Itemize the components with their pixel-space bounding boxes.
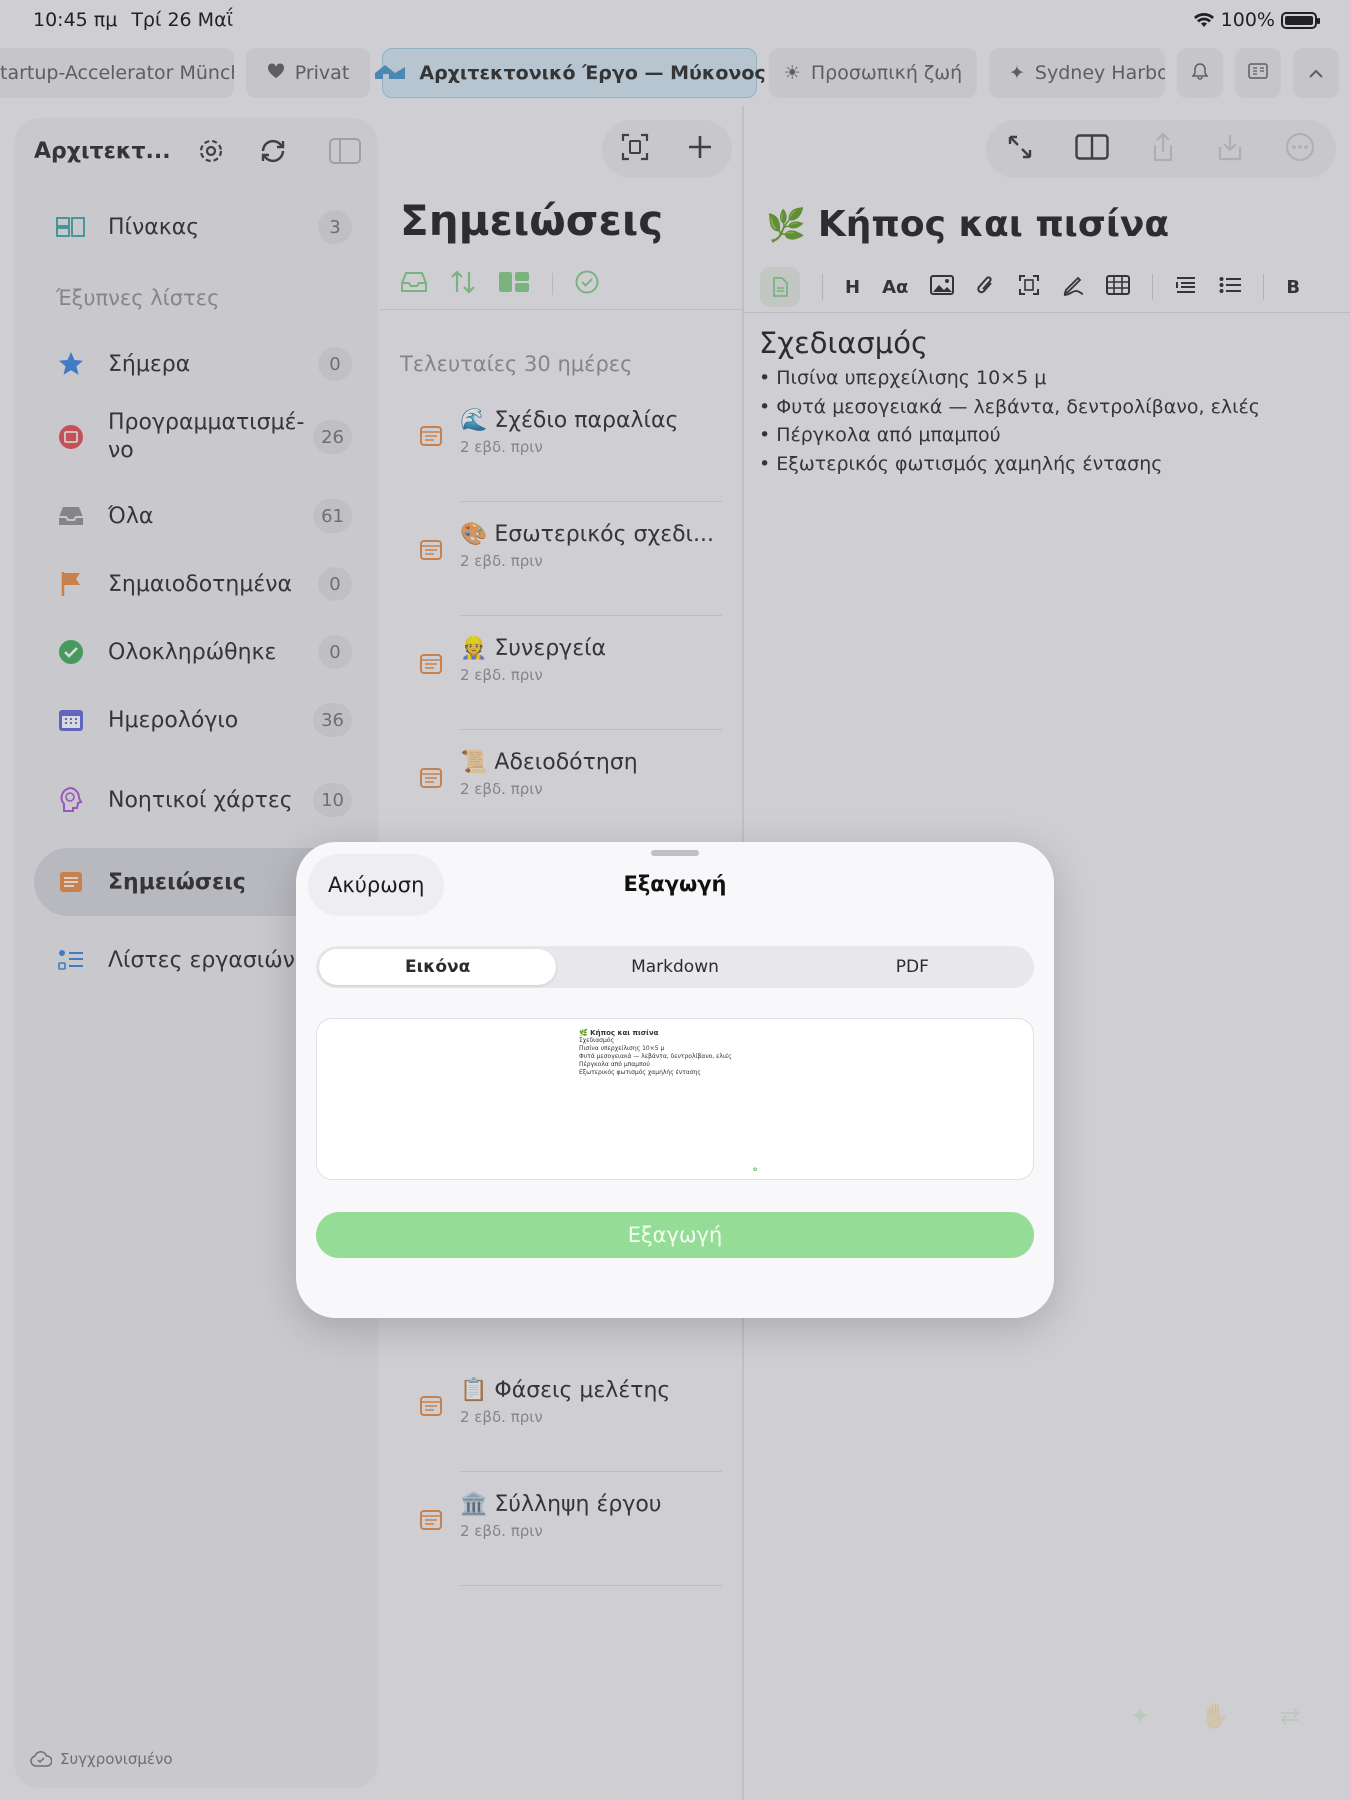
- export-sheet: Ακύρωση Εξαγωγή Εικόνα Markdown PDF 🌿 Κή…: [296, 842, 1054, 1318]
- preview-line: Πέργκολα από μπαμπού: [579, 1061, 650, 1068]
- sheet-title: Εξαγωγή: [623, 872, 727, 896]
- preview-line: Πισίνα υπερχείλισης 10×5 μ: [579, 1045, 665, 1052]
- preview-line: Εξωτερικός φωτισμός χαμηλής έντασης: [579, 1069, 701, 1076]
- segment-markdown[interactable]: Markdown: [556, 949, 793, 985]
- export-preview: 🌿 Κήπος και πισίνα Σχεδιασμός Πισίνα υπε…: [316, 1018, 1034, 1180]
- preview-line: Φυτά μεσογειακά — λεβάντα, δεντρολίβανο,…: [579, 1053, 732, 1060]
- preview-footer-logo: ✿: [753, 1167, 758, 1173]
- export-format-picker: Εικόνα Markdown PDF: [316, 946, 1034, 988]
- sheet-grabber[interactable]: [651, 850, 699, 856]
- preview-content: 🌿 Κήπος και πισίνα Σχεδιασμός Πισίνα υπε…: [579, 1029, 779, 1077]
- export-button[interactable]: Εξαγωγή: [316, 1212, 1034, 1258]
- segment-pdf[interactable]: PDF: [794, 949, 1031, 985]
- preview-title: 🌿 Κήπος και πισίνα: [579, 1029, 659, 1037]
- preview-heading: Σχεδιασμός: [579, 1037, 614, 1044]
- segment-image[interactable]: Εικόνα: [319, 949, 557, 985]
